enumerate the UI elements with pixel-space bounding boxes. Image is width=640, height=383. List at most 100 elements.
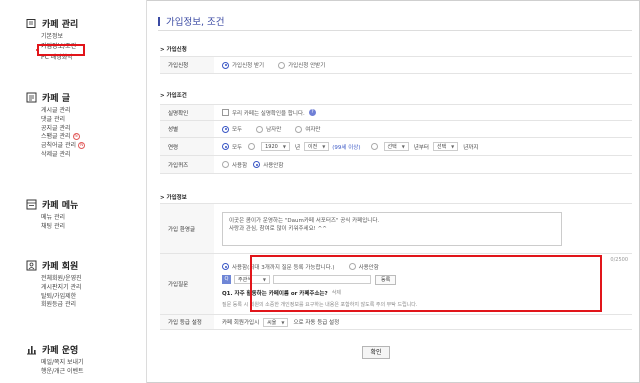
greeting-textarea[interactable]: 이곳은 콤이가 운영하는 "Daum카페 서포터즈" 공식 카페입니다. 사랑과… — [222, 211, 562, 246]
radio-reject-join[interactable]: 가입신청 안받기 — [278, 61, 325, 69]
row-real-name: 실명확인 우리 카페는 실명확인을 합니다. ? — [160, 104, 632, 120]
row-label: 실명확인 — [160, 105, 214, 120]
sidebar-section-header[interactable]: 카페 운영 — [26, 342, 84, 356]
chevron-down-icon: ▼ — [401, 144, 405, 149]
grade-prefix: 카페 회원가입시 — [222, 320, 260, 326]
sidebar-item-banned-word-admin[interactable]: 금칙어글 관리 N — [41, 142, 86, 151]
radio-gender-all[interactable]: 모두 — [222, 125, 242, 133]
select-value: 1920 — [265, 143, 278, 150]
radio-label: 사용안함 — [263, 162, 284, 169]
sidebar-section-title: 카페 관리 — [42, 19, 79, 30]
chevron-down-icon: ▼ — [282, 144, 286, 149]
radio-dot — [278, 61, 286, 69]
row-greeting: 가입 환영글 이곳은 콤이가 운영하는 "Daum카페 서포터즈" 공식 카페입… — [160, 203, 632, 263]
select-value: 씨읋 — [267, 319, 277, 326]
radio-dot — [222, 263, 229, 270]
row-gender: 성별 모두 남자만 여자만 — [160, 120, 632, 137]
age-before-select[interactable]: 이전 ▼ — [304, 142, 330, 151]
radio-dot — [222, 161, 229, 168]
active-item-highlight — [37, 44, 85, 56]
select-value: 이전 — [308, 144, 318, 150]
sidebar-item-chat-admin[interactable]: 채팅 관리 — [41, 223, 78, 232]
row-quiz: 가입퀴즈 사용함 사용안함 — [160, 155, 632, 174]
sidebar-item-deleted-admin[interactable]: 삭제글 관리 — [41, 151, 85, 160]
sidebar-item-spam-admin[interactable]: 스팸글 관리 N — [41, 133, 85, 142]
sidebar-item-board-managers[interactable]: 게시판지기 관리 — [41, 284, 82, 293]
greeting-line-1: 이곳은 콤이가 운영하는 "Daum카페 서포터즈" 공식 카페입니다. — [229, 217, 380, 224]
radio-label: 모두 — [232, 127, 243, 133]
row-label: 가입퀴즈 — [160, 156, 214, 173]
radio-label: 모두 — [232, 144, 243, 151]
radio-age-all[interactable]: 모두 — [222, 143, 242, 151]
radio-dot — [295, 125, 303, 133]
help-icon[interactable]: ? — [308, 109, 316, 116]
sidebar-section-header[interactable]: 카페 관리 — [26, 16, 78, 30]
row-label: 가입 등급 설정 — [160, 315, 214, 329]
sidebar-section-cafe-posts: 카페 글 게시글 관리 댓글 관리 공지글 관리 스팸글 관리 N 금칙어글 관리… — [26, 90, 86, 160]
row-label: 가입신청 — [160, 57, 214, 73]
radio-dot — [370, 143, 378, 150]
age-from-select[interactable]: 선택 ▼ — [383, 142, 409, 151]
radio-gender-male[interactable]: 남자만 — [256, 125, 281, 133]
sidebar-section-title: 카페 메뉴 — [42, 200, 79, 211]
sidebar-section-header[interactable]: 카페 글 — [26, 90, 85, 104]
sidebar-item-send-mail[interactable]: 메일/쪽지 보내기 — [41, 359, 84, 368]
select-value: 선택 — [387, 144, 397, 150]
menu-icon — [26, 199, 37, 210]
radio-dot — [256, 125, 264, 133]
radio-age-before[interactable] — [248, 143, 258, 150]
real-name-text: 우리 카페는 실명확인을 합니다. — [232, 110, 305, 117]
real-name-checkbox[interactable] — [222, 109, 229, 116]
radio-label: 가입신청 받기 — [232, 63, 265, 69]
chevron-down-icon: ▼ — [281, 319, 285, 325]
row-label: 가입 환영글 — [160, 204, 214, 253]
radio-label: 여자만 — [305, 127, 321, 133]
sidebar-item-menu-admin[interactable]: 메뉴 관리 — [41, 214, 78, 223]
select-value: 선택 — [436, 144, 447, 150]
row-join-method: 가입신청 가입신청 받기 가입신청 안받기 — [160, 56, 632, 74]
group-title-join-condition: 가입조건 — [160, 91, 187, 99]
radio-age-range[interactable] — [370, 143, 381, 150]
title-accent-bar — [158, 16, 160, 26]
sidebar-section-title: 카페 글 — [42, 93, 70, 104]
group-title-join-method: 가입신청 — [160, 45, 187, 53]
radio-label: 남자만 — [266, 127, 282, 133]
radio-label: 사용함 — [232, 162, 248, 169]
confirm-button[interactable]: 확인 — [362, 346, 390, 359]
sidebar-section-header[interactable]: 카페 메뉴 — [26, 197, 78, 211]
sidebar-item-post-admin[interactable]: 게시글 관리 — [41, 107, 85, 116]
chevron-down-icon: ▼ — [451, 144, 455, 149]
grade-select[interactable]: 씨읋 ▼ — [263, 317, 289, 327]
age-note: (99세 이상) — [332, 144, 361, 151]
year-unit: 년 — [294, 144, 300, 151]
sidebar-item-basic-info[interactable]: 기본정보 — [41, 33, 78, 42]
radio-dot — [222, 143, 229, 150]
radio-gender-female[interactable]: 여자만 — [295, 125, 321, 133]
radio-accept-join[interactable]: 가입신청 받기 — [222, 61, 264, 69]
radio-quiz-use[interactable]: 사용함 — [222, 161, 247, 169]
page-title: 가입정보, 조건 — [158, 14, 224, 28]
sidebar-section-cafe-operation: 카페 운영 메일/쪽지 보내기 행운/개근 이벤트 — [26, 342, 84, 377]
sidebar-item-all-members[interactable]: 전체회원/운영진 — [41, 275, 82, 284]
question-highlight-box — [250, 255, 602, 312]
age-year-select[interactable]: 1920 ▼ — [261, 142, 290, 151]
sidebar-item-member-grade[interactable]: 회원등급 관리 — [41, 301, 82, 310]
sidebar-item-events[interactable]: 행운/개근 이벤트 — [41, 368, 84, 377]
page-title-text: 가입정보, 조건 — [166, 17, 225, 28]
main-content: 가입정보, 조건 가입신청 가입신청 가입신청 받기 가입신청 안받기 가입조건… — [148, 0, 640, 383]
sidebar-item-comment-admin[interactable]: 댓글 관리 — [41, 116, 85, 125]
sidebar-item-label: 금칙어글 관리 — [41, 142, 77, 150]
sidebar-item-label: 스팸글 관리 — [41, 133, 71, 141]
radio-dot — [222, 125, 229, 133]
sidebar-section-header[interactable]: 카페 회원 — [26, 258, 82, 272]
new-badge: N — [78, 142, 86, 150]
radio-dot — [253, 161, 261, 168]
age-to-select[interactable]: 선택 ▼ — [432, 142, 459, 151]
age-from-label: 년부터 — [413, 144, 429, 151]
list-icon — [26, 92, 37, 103]
chart-icon — [26, 344, 37, 355]
radio-quiz-nouse[interactable]: 사용안함 — [253, 161, 283, 169]
radio-dot — [248, 143, 256, 150]
document-icon — [26, 18, 37, 29]
row-label: 가입질문 — [160, 254, 214, 314]
